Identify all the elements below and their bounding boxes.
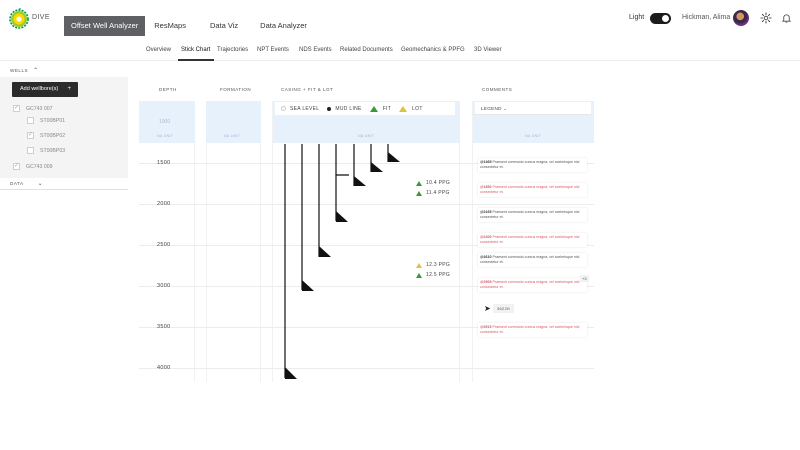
comment-depth: @2610 <box>480 255 492 259</box>
checkbox[interactable] <box>13 104 20 112</box>
wells-section-header[interactable]: WELLS ⌃ <box>10 67 39 74</box>
green-triangle-icon <box>416 180 422 186</box>
comment-card[interactable]: @2400 Praesent commodo cursus magna, vel… <box>478 233 587 247</box>
comment-text: Praesent commodo cursus magna, vel scele… <box>480 255 580 265</box>
nav-data-analyzer[interactable]: Data Analyzer <box>253 16 314 36</box>
casing-string <box>301 144 314 291</box>
add-wellbore-label: Add wellbore(s) <box>20 86 59 92</box>
tree-item-label: ST00BP02 <box>40 132 66 139</box>
side-panel: WELLS ⌃ Add wellbore(s) + GC743 007 ST00B… <box>0 61 128 191</box>
comment-card[interactable]: @1850 Praesent commodo cursus magna, vel… <box>478 183 587 197</box>
main-nav: Offset Well Analyzer ResMaps Data Viz Da… <box>64 16 314 36</box>
checkbox[interactable] <box>27 131 34 139</box>
ppg-marker: 12.5 PPG <box>416 272 450 278</box>
tab-geomechanics-ppfg[interactable]: Geomechanics & PPFG <box>401 47 465 53</box>
checkbox[interactable] <box>13 162 20 170</box>
comment-card[interactable]: @2610 Praesent commodo cursus magna, vel… <box>478 253 587 267</box>
more-comments-badge[interactable]: +3 <box>580 275 589 282</box>
sunflower-logo-icon <box>9 8 29 29</box>
app-name: DIVE <box>32 14 50 21</box>
ppg-marker: 12.3 PPG <box>416 262 450 268</box>
tab-nds-events[interactable]: NDS Events <box>299 47 332 53</box>
active-tab-indicator <box>178 59 214 61</box>
plus-icon: + <box>67 86 71 92</box>
casing-string <box>387 144 400 162</box>
nav-offset-well-analyzer[interactable]: Offset Well Analyzer <box>64 16 146 36</box>
green-triangle-icon <box>416 190 422 196</box>
comment-text: Praesent commodo cursus magna, vel scele… <box>480 280 580 290</box>
green-triangle-icon <box>416 272 422 278</box>
tree-item-label: GC743 009 <box>26 163 53 170</box>
comment-text: Praesent commodo cursus magna, vel scele… <box>480 325 580 335</box>
depth-tooltip: 3622ft <box>493 304 514 313</box>
ppg-marker: 11.4 PPG <box>416 190 450 196</box>
tree-item-gc743-007[interactable]: GC743 007 <box>13 104 53 113</box>
sub-nav: Overview Stick Chart Trajectories NPT Ev… <box>0 40 800 61</box>
casing-string <box>370 144 383 172</box>
bell-icon[interactable] <box>781 12 792 24</box>
comment-card[interactable]: @3515 Praesent commodo cursus magna, vel… <box>478 323 587 337</box>
avatar[interactable] <box>733 10 749 26</box>
ppg-value: 11.4 PPG <box>426 190 450 196</box>
checkbox[interactable] <box>27 147 34 154</box>
tab-stick-chart[interactable]: Stick Chart <box>181 47 210 53</box>
data-section-header[interactable]: DATA ⌄ <box>10 180 43 187</box>
comment-text: Praesent commodo cursus magna, vel scele… <box>480 185 580 195</box>
casing-string <box>353 144 366 186</box>
tree-item-st00bp02[interactable]: ST00BP02 <box>27 131 65 140</box>
chevron-up-icon: ⌃ <box>33 68 39 74</box>
theme-toggle[interactable] <box>650 13 671 24</box>
stick-chart: DEPTH FORMATION CASING + FIT & LOT COMME… <box>139 80 599 382</box>
ppg-value: 12.5 PPG <box>426 272 451 278</box>
casing-string <box>335 144 349 222</box>
gear-icon[interactable] <box>760 12 772 24</box>
tree-item-label: ST00BP01 <box>40 117 66 124</box>
chevron-down-icon: ⌄ <box>37 181 44 187</box>
comment-card[interactable]: @1465 Praesent commodo cursus magna, vel… <box>478 158 587 172</box>
comment-card[interactable]: @2905 Praesent commodo cursus magna, vel… <box>478 278 587 292</box>
top-bar: DIVE Offset Well Analyzer ResMaps Data V… <box>0 0 800 40</box>
tab-overview[interactable]: Overview <box>146 47 171 53</box>
tree-item-label: GC743 007 <box>26 105 53 112</box>
tree-item-st00bp01[interactable]: ST00BP01 <box>27 116 65 125</box>
yellow-triangle-icon <box>416 262 422 268</box>
ppg-marker: 10.4 PPG <box>416 180 450 186</box>
checkbox[interactable] <box>27 117 34 124</box>
ppg-value: 12.3 PPG <box>426 262 451 268</box>
wells-label: WELLS <box>10 68 29 73</box>
comment-text: Praesent commodo cursus magna, vel scele… <box>480 160 580 170</box>
divider <box>0 189 128 190</box>
theme-label: Light <box>629 14 645 21</box>
tab-related-documents[interactable]: Related Documents <box>340 47 393 53</box>
tab-trajectories[interactable]: Trajectories <box>217 47 248 53</box>
comment-card[interactable]: @2165 Praesent commodo cursus magna, vel… <box>478 208 587 222</box>
data-label: DATA <box>10 181 24 186</box>
comment-depth: @1465 <box>480 160 492 164</box>
ppg-value: 10.4 PPG <box>426 180 451 186</box>
comment-text: Praesent commodo cursus magna, vel scele… <box>480 235 580 245</box>
tab-3d-viewer[interactable]: 3D Viewer <box>474 47 502 53</box>
nav-resmaps[interactable]: ResMaps <box>147 16 193 36</box>
comment-depth: @1850 <box>480 185 492 189</box>
nav-data-viz[interactable]: Data Viz <box>203 16 245 36</box>
casing-string <box>318 144 331 257</box>
comment-depth: @2400 <box>480 235 492 239</box>
tree-item-label: ST00BP03 <box>40 147 66 154</box>
comment-depth: @2165 <box>480 210 492 214</box>
comment-text: Praesent commodo cursus magna, vel scele… <box>480 210 580 220</box>
casing-string <box>284 144 297 379</box>
comment-depth: @2905 <box>480 280 492 284</box>
app-root: DIVE Offset Well Analyzer ResMaps Data V… <box>0 0 800 450</box>
mouse-cursor-icon: ➤ <box>484 304 491 313</box>
toggle-knob <box>662 15 669 22</box>
comment-depth: @3515 <box>480 325 492 329</box>
tree-item-gc743-009[interactable]: GC743 009 <box>13 162 53 171</box>
tab-npt-events[interactable]: NPT Events <box>257 47 289 53</box>
wells-panel: Add wellbore(s) + GC743 007 ST00BP01 ST0… <box>0 77 128 178</box>
add-wellbore-button[interactable]: Add wellbore(s) + <box>12 82 78 97</box>
tree-item-st00bp03[interactable]: ST00BP03 <box>27 146 65 155</box>
user-name[interactable]: Hickman, Alima <box>682 14 730 21</box>
